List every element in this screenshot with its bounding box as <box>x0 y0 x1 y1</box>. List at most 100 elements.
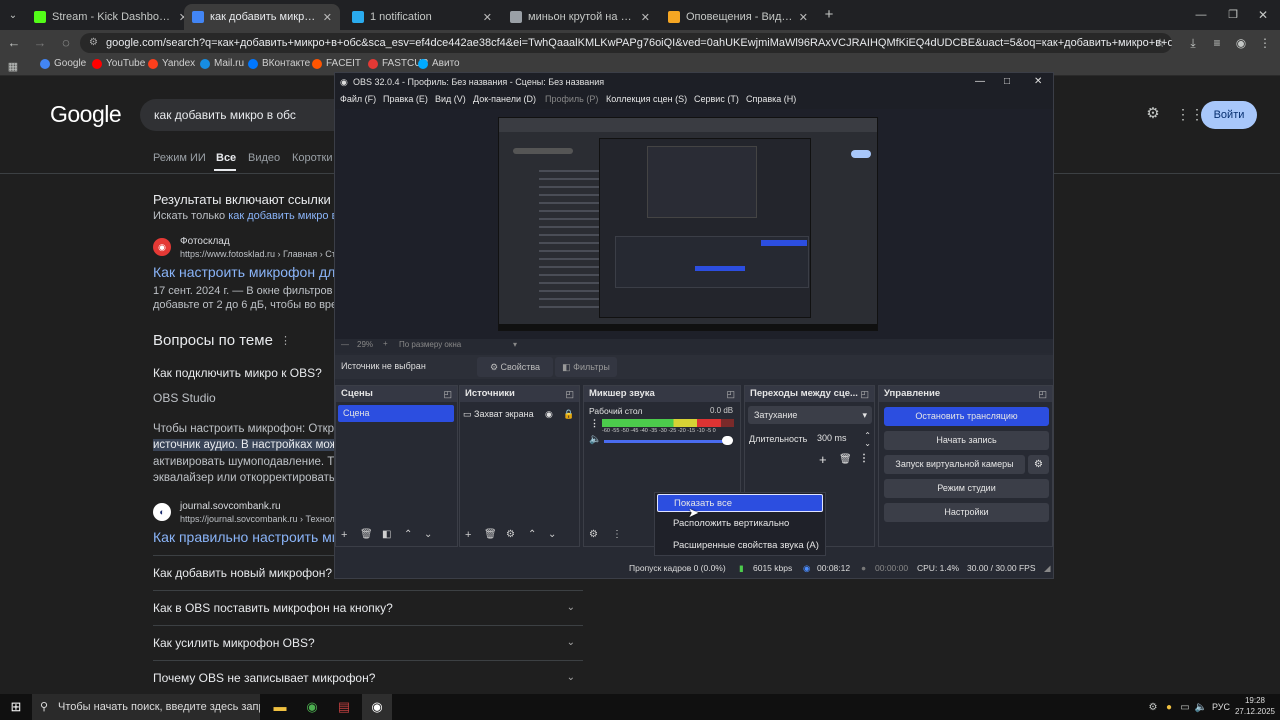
bookmark-item[interactable]: ВКонтакте <box>248 58 310 69</box>
download-icon[interactable]: ⤓ <box>1186 35 1200 51</box>
close-tab-icon[interactable]: ✕ <box>483 11 492 24</box>
controls-undock-icon[interactable]: ◰ <box>1038 386 1047 402</box>
bookmark-star-icon[interactable]: ☆ <box>1153 35 1167 51</box>
obs-close-icon[interactable]: ✕ <box>1034 73 1042 91</box>
volume-slider[interactable] <box>604 440 732 443</box>
browser-tab[interactable]: как добавить микро в обс - Пои ✕ <box>184 4 340 30</box>
scene-filters-icon[interactable]: ◧ <box>382 529 391 540</box>
obs-menu-item[interactable]: Коллекция сцен (S) <box>606 94 687 104</box>
google-logo[interactable]: Google <box>50 101 122 128</box>
source-item[interactable]: ▭ Захват экрана ◉ 🔒 <box>463 406 577 422</box>
notice-sub-link[interactable]: как добавить микро в о <box>228 210 346 222</box>
obs-maximize-icon[interactable]: □ <box>1004 73 1010 91</box>
language-indicator[interactable]: РУС <box>1212 702 1230 712</box>
file-explorer-icon[interactable]: ▬ <box>272 699 288 715</box>
obs-menu-item[interactable]: Вид (V) <box>435 94 466 104</box>
result1-title[interactable]: Как настроить микрофон для <box>153 264 343 280</box>
browser-tab[interactable]: 1 notification ✕ <box>344 4 500 30</box>
obs-menu-item[interactable]: Справка (H) <box>746 94 796 104</box>
visibility-eye-icon[interactable]: ◉ <box>545 406 553 422</box>
taskbar-search[interactable]: ⚲ Чтобы начать поиск, введите здесь запро… <box>32 694 260 720</box>
close-tab-icon[interactable]: ✕ <box>323 11 332 24</box>
bookmark-item[interactable]: Mail.ru <box>200 58 244 69</box>
obs-menu-item[interactable]: Правка (E) <box>383 94 428 104</box>
menu-vertical-layout[interactable]: Расположить вертикально <box>657 515 823 533</box>
obs-menu-item[interactable]: Док-панели (D) <box>473 94 536 104</box>
scenes-undock-icon[interactable]: ◰ <box>443 386 452 402</box>
start-recording-button[interactable]: Начать запись <box>884 431 1049 450</box>
new-tab-icon[interactable]: + <box>822 7 836 23</box>
settings-gear-icon[interactable]: ⚙ <box>1145 106 1161 122</box>
maximize-icon[interactable]: ❐ <box>1226 7 1240 23</box>
source-up-icon[interactable]: ⌃ <box>528 529 536 540</box>
properties-button[interactable]: ⚙ Свойства <box>477 357 553 377</box>
source-down-icon[interactable]: ⌄ <box>548 529 556 540</box>
close-tab-icon[interactable]: ✕ <box>641 11 650 24</box>
winrar-icon[interactable]: ▤ <box>336 699 352 715</box>
zoom-in-icon[interactable]: + <box>383 339 388 348</box>
virtual-camera-settings-icon[interactable]: ⚙ <box>1028 455 1049 474</box>
obs-menu-item[interactable]: Файл (F) <box>340 94 376 104</box>
chrome-icon[interactable]: ◉ <box>304 699 320 715</box>
studio-mode-button[interactable]: Режим студии <box>884 479 1049 498</box>
zoom-mode[interactable]: По размеру окна <box>399 340 461 349</box>
menu-icon[interactable]: ⋮ <box>1258 35 1272 51</box>
source-properties-icon[interactable]: ⚙ <box>506 529 515 540</box>
remove-scene-icon[interactable]: 🗑 <box>360 529 373 540</box>
browser-tab[interactable]: Оповещения - Виджеты - Dona ✕ <box>660 4 816 30</box>
tab-search-icon[interactable]: ⌄ <box>6 8 20 24</box>
close-tab-icon[interactable]: ✕ <box>799 11 808 24</box>
filters-button[interactable]: ◧ Фильтры <box>555 357 617 377</box>
add-transition-icon[interactable]: + <box>819 452 827 467</box>
site-info-icon[interactable]: ⚙ <box>89 33 98 53</box>
bookmark-item[interactable]: Авито <box>418 58 460 69</box>
add-scene-icon[interactable]: + <box>341 529 347 541</box>
resize-grip-icon[interactable]: ◢ <box>1044 563 1051 574</box>
sources-undock-icon[interactable]: ◰ <box>565 386 574 402</box>
stop-loading-icon[interactable]: ◌ <box>58 35 74 51</box>
back-icon[interactable]: ← <box>6 35 22 51</box>
zoom-dropdown-icon[interactable]: ▾ <box>513 340 517 349</box>
duration-spinbox[interactable]: 300 ms ⌃ ⌄ <box>811 429 873 448</box>
settings-button[interactable]: Настройки <box>884 503 1049 522</box>
menu-advanced-audio[interactable]: Расширенные свойства звука (A) <box>657 537 823 555</box>
tray-icon-1[interactable]: ⚙ <box>1146 700 1160 716</box>
obs-minimize-icon[interactable]: — <box>975 73 985 91</box>
media-control-icon[interactable]: ≡ <box>1210 35 1224 51</box>
tray-icon-3[interactable]: ▭ <box>1178 700 1192 716</box>
bookmark-item[interactable]: FACEIT <box>312 58 361 69</box>
mute-speaker-icon[interactable]: 🔈 <box>589 434 601 445</box>
mixer-menu-icon[interactable]: ⋮ <box>612 529 622 540</box>
paa-more-icon[interactable]: ⋮ <box>280 334 291 347</box>
apps-icon[interactable]: ▦ <box>6 59 20 75</box>
add-source-icon[interactable]: + <box>465 529 471 541</box>
bookmark-item[interactable]: Google <box>40 58 86 69</box>
stop-stream-button[interactable]: Остановить трансляцию <box>884 407 1049 426</box>
menu-show-all[interactable]: Показать все <box>657 494 823 512</box>
search-input[interactable]: как добавить микро в обс <box>140 99 340 131</box>
scene-item[interactable]: Сцена <box>338 405 454 422</box>
nav-video[interactable]: Видео <box>248 152 280 164</box>
faq-item[interactable]: Как в OBS поставить микрофон на кнопку? ⌄ <box>153 590 583 624</box>
faq-item[interactable]: Почему OBS не записывает микрофон? ⌄ <box>153 660 583 694</box>
forward-icon[interactable]: → <box>32 35 48 51</box>
result2-title[interactable]: Как правильно настроить ми <box>153 529 340 545</box>
spin-down-icon[interactable]: ⌄ <box>864 435 871 453</box>
signin-button[interactable]: Войти <box>1201 101 1257 129</box>
mixer-undock-icon[interactable]: ◰ <box>726 386 735 402</box>
bookmark-item[interactable]: Yandex <box>148 58 195 69</box>
mixer-settings-icon[interactable]: ⚙ <box>589 529 598 540</box>
close-icon[interactable]: ✕ <box>1256 7 1270 23</box>
nav-ai-mode[interactable]: Режим ИИ <box>153 152 206 164</box>
transition-type-select[interactable]: Затухание ▾ <box>748 406 872 424</box>
volume-icon[interactable]: 🔈 <box>1194 700 1208 716</box>
scene-up-icon[interactable]: ⌃ <box>404 529 412 540</box>
lock-icon[interactable]: 🔒 <box>563 406 574 422</box>
minimize-icon[interactable]: — <box>1194 7 1208 23</box>
tray-icon-2[interactable]: ● <box>1162 700 1176 716</box>
paa-question-1[interactable]: Как подключить микро к OBS? <box>153 366 322 380</box>
windows-start-icon[interactable]: ⊞ <box>8 699 24 715</box>
nav-shorts[interactable]: Коротки <box>292 152 333 164</box>
obs-menu-item[interactable]: Сервис (T) <box>694 94 739 104</box>
obs-menu-item[interactable]: Профиль (P) <box>545 94 598 104</box>
